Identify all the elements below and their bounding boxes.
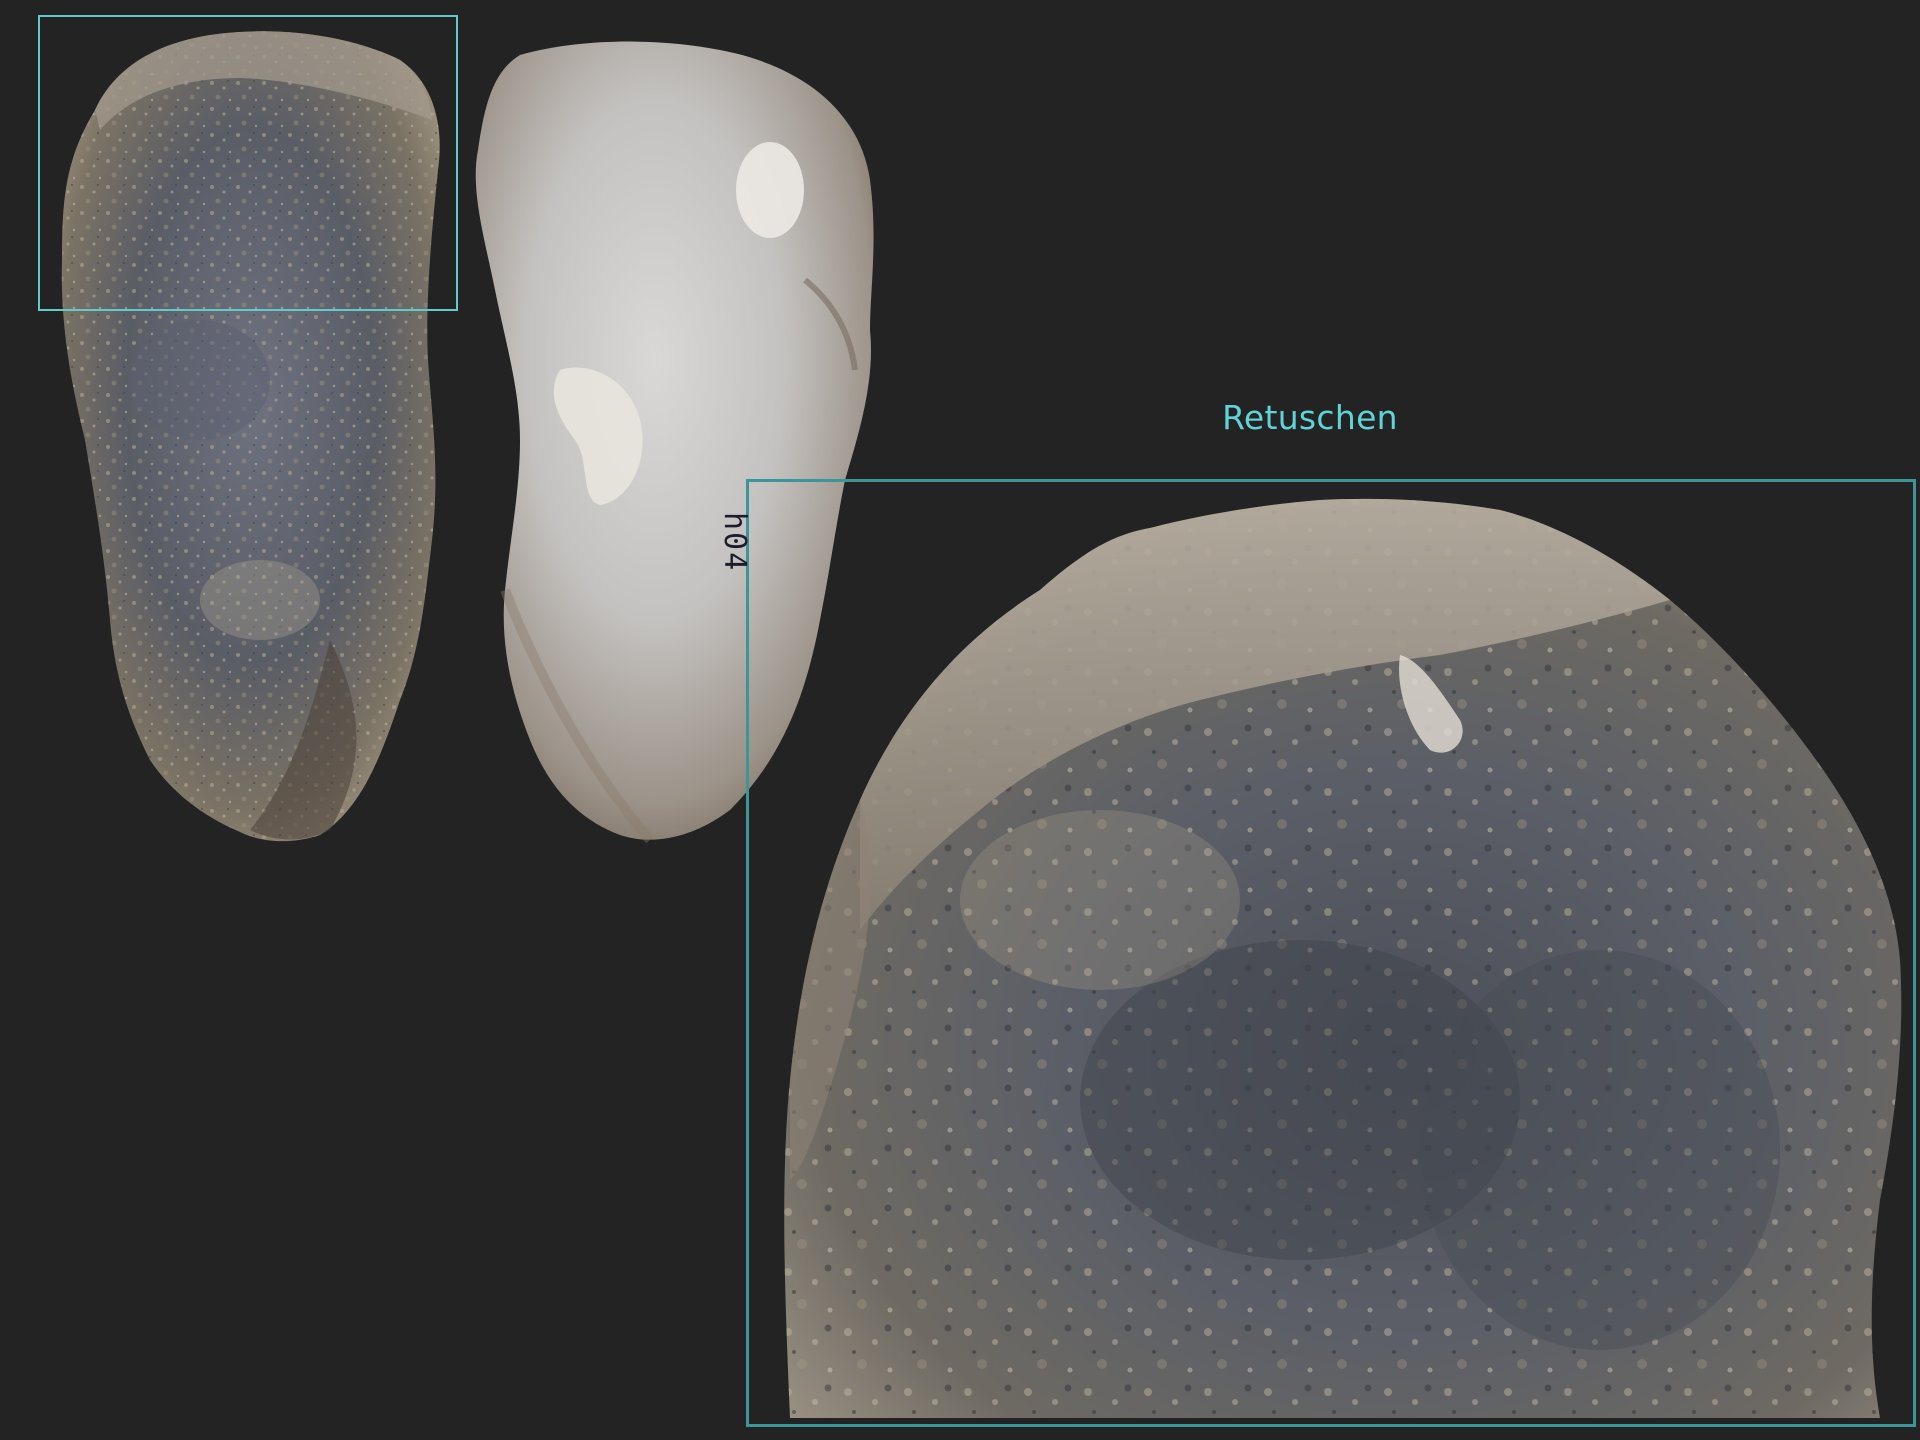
detail-region-marker [38,15,458,311]
specimen-number-label: h04 [717,512,752,573]
detail-zoom-frame [746,479,1916,1427]
retouch-caption: Retuschen [1222,398,1398,437]
figure-canvas: h04 Retuschen [0,0,1920,1440]
